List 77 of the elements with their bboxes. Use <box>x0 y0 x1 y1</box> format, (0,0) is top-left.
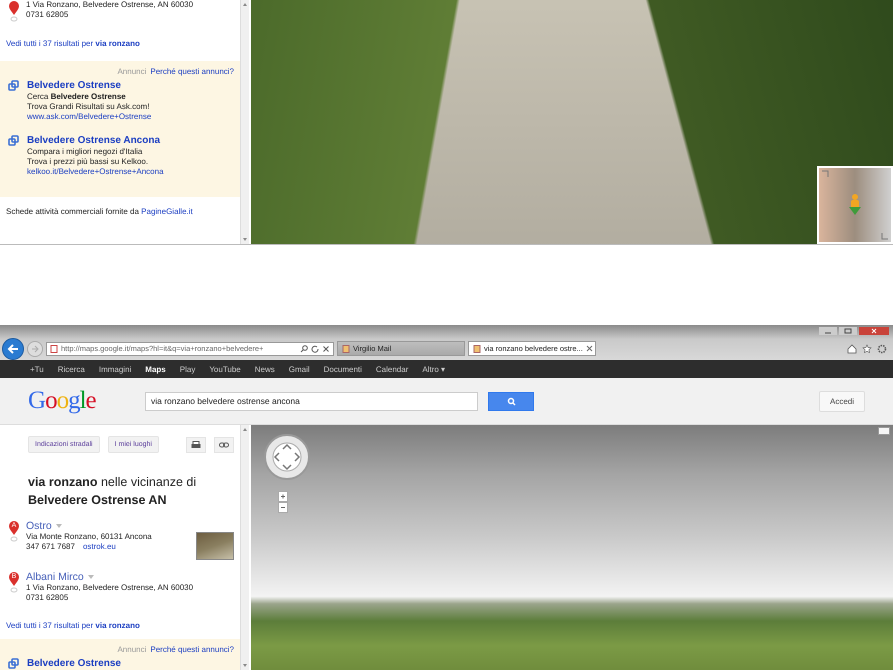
result-address: 1 Via Ronzano, Belvedere Ostrense, AN 60030 <box>26 583 194 593</box>
close-icon[interactable] <box>859 327 889 335</box>
google-bar-link[interactable]: +Tu <box>30 364 44 374</box>
result-phone: 347 671 7687 <box>26 542 75 551</box>
settings-icon[interactable] <box>877 344 887 354</box>
maximize-icon[interactable] <box>839 327 857 335</box>
map-marker-icon <box>8 571 20 593</box>
ad-title[interactable]: Belvedere Ostrense <box>27 80 152 92</box>
result-name[interactable]: Albani Mirco <box>26 571 84 583</box>
ad-link-icon <box>8 80 19 91</box>
ad-url[interactable]: www.ask.com/Belvedere+Ostrense <box>27 112 152 122</box>
navigation-control-icon[interactable] <box>263 433 311 481</box>
link-icon <box>219 442 229 448</box>
back-button[interactable] <box>2 338 24 360</box>
result-phone: 0731 62805 <box>26 593 68 602</box>
google-bar-link[interactable]: Documenti <box>324 364 362 374</box>
attribution-text: Schede attività commerciali fornite da PagineGialle.it <box>5 206 194 218</box>
mini-map[interactable] <box>817 166 893 244</box>
home-icon[interactable] <box>847 344 857 354</box>
result-website[interactable]: ostrok.eu <box>82 542 116 551</box>
see-all-link[interactable]: Vedi tutti i 37 risultati per via ronzano <box>0 611 240 639</box>
star-icon[interactable] <box>862 344 872 354</box>
fullscreen-icon[interactable] <box>878 427 890 435</box>
google-bar-link[interactable]: News <box>254 364 275 374</box>
ad-text: Cerca Belvedere Ostrense <box>27 92 127 102</box>
ad-text: Trova i prezzi più bassi su Kelkoo. <box>27 157 150 167</box>
ads-info-link[interactable]: Perché questi annunci? <box>150 645 234 655</box>
sign-in-button[interactable]: Accedi <box>818 390 865 412</box>
google-bar-link[interactable]: Immagini <box>98 364 132 374</box>
google-bar-link[interactable]: YouTube <box>209 364 241 374</box>
map-marker-icon <box>8 0 20 22</box>
print-icon <box>191 440 201 448</box>
results-heading: via ronzano nelle vicinanze di Belvedere Ostrense AN <box>27 474 198 509</box>
collapse-icon <box>881 232 889 240</box>
minimize-icon[interactable] <box>819 327 837 335</box>
page-icon <box>342 344 350 352</box>
zoom-control-icon[interactable] <box>278 491 288 513</box>
pegman-icon <box>848 193 862 217</box>
result-name[interactable]: Ostro <box>26 520 52 532</box>
search-icon[interactable] <box>300 344 308 352</box>
forward-arrow-icon <box>31 344 39 352</box>
google-bar-link[interactable]: Play <box>180 364 196 374</box>
stop-icon[interactable] <box>322 344 330 352</box>
tab-close-icon[interactable] <box>586 345 593 352</box>
search-button[interactable] <box>488 392 534 410</box>
search-icon <box>506 396 516 406</box>
link-button[interactable] <box>214 436 234 452</box>
result-address: Via Monte Ronzano, 60131 Ancona <box>26 532 152 542</box>
ad-title[interactable]: Belvedere Ostrense Ancona <box>27 135 164 147</box>
back-arrow-icon <box>7 344 19 354</box>
ad-text: Trova Grandi Risultati su Ask.com! <box>27 102 150 112</box>
ad-url[interactable]: kelkoo.it/Belvedere+Ostrense+Ancona <box>27 167 164 177</box>
see-all-link[interactable]: Vedi tutti i 37 risultati per via ronzano <box>0 22 240 61</box>
ads-info-link[interactable]: Perché questi annunci? <box>150 67 234 77</box>
place-photo-thumbnail[interactable] <box>196 532 234 560</box>
print-button[interactable] <box>186 436 206 452</box>
google-bar-link[interactable]: Maps <box>145 364 166 374</box>
refresh-icon[interactable] <box>311 344 319 352</box>
map-marker-icon <box>8 520 20 542</box>
ads-label: Annunci <box>117 645 146 655</box>
ad-link-icon <box>8 135 19 146</box>
page-icon <box>50 344 58 352</box>
google-bar-link[interactable]: Gmail <box>288 364 310 374</box>
google-bar-link[interactable]: Altro ▾ <box>422 364 446 374</box>
google-logo[interactable]: Google <box>28 387 145 415</box>
google-bar-link[interactable]: Ricerca <box>58 364 85 374</box>
ad-link-icon <box>8 658 19 669</box>
ads-label: Annunci <box>117 67 146 77</box>
page-icon <box>473 344 481 352</box>
search-field[interactable]: via ronzano belvedere ostrense ancona <box>145 392 478 410</box>
result-phone: 0731 62805 <box>26 10 70 20</box>
expand-icon <box>821 170 829 178</box>
ad-title[interactable]: Belvedere Ostrense <box>27 658 121 670</box>
pagine-gialle-link[interactable]: PagineGialle.it <box>141 207 193 216</box>
ad-text: Compara i migliori negozi d'Italia <box>27 147 144 157</box>
google-bar-link[interactable]: Calendar <box>376 364 408 374</box>
result-address: 1 Via Ronzano, Belvedere Ostrense, AN 60030 <box>26 0 194 10</box>
